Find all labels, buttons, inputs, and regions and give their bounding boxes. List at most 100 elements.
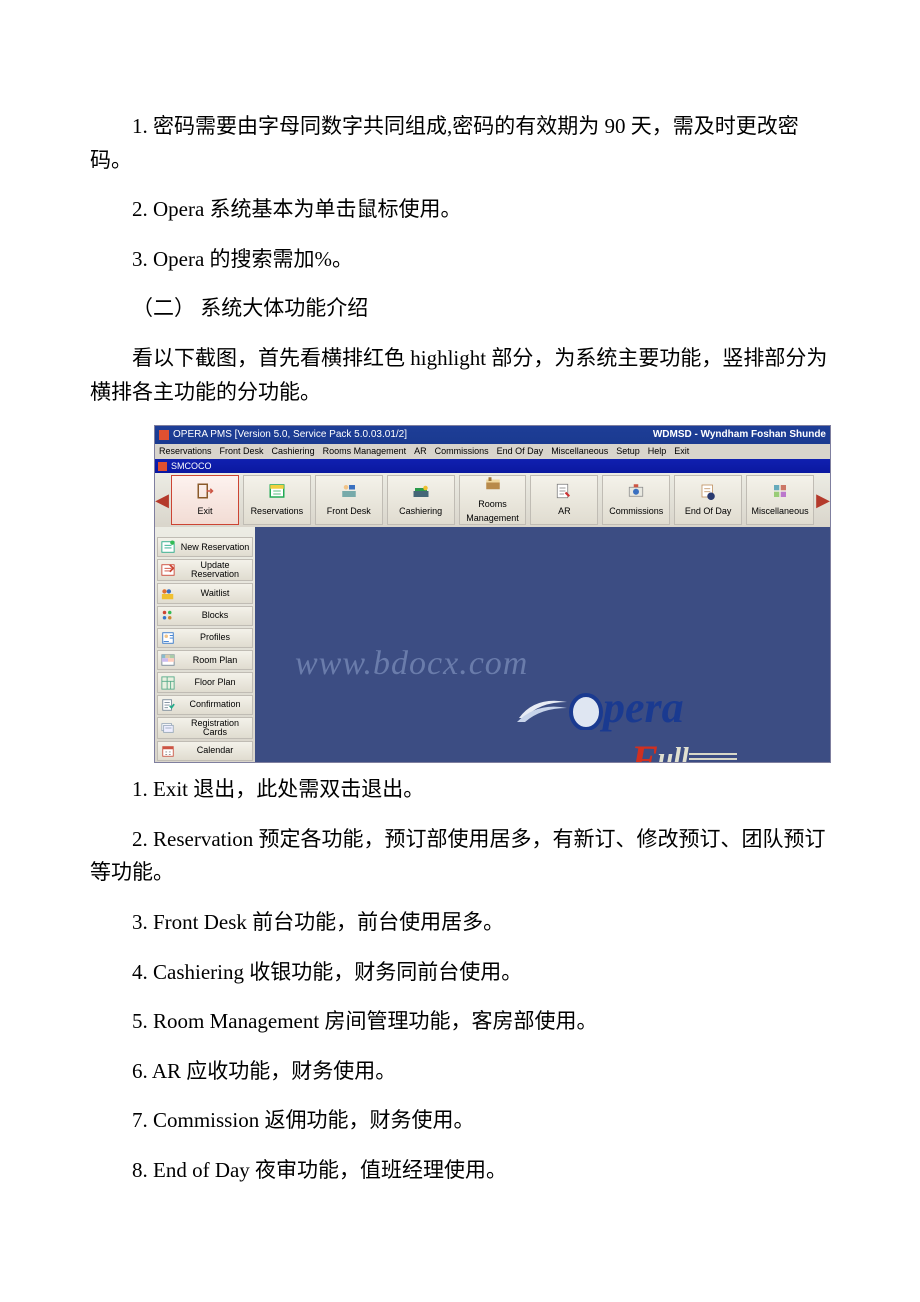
workspace: New Reservation Update Reservation Waitl… [155,527,830,762]
profiles-icon [159,630,177,646]
toolbar-reservations-button[interactable]: Reservations [243,475,311,525]
sidebar-item-new-reservation[interactable]: New Reservation [157,537,253,557]
confirmation-icon [159,697,177,713]
para-7: 2. Reservation 预定各功能，预订部使用居多，有新订、修改预订、团队… [90,823,830,890]
frontdesk-icon [339,482,359,504]
para-1: 1. 密码需要由字母同数字共同组成,密码的有效期为 90 天，需及时更改密码。 [90,110,830,177]
menu-front-desk[interactable]: Front Desk [220,444,264,458]
toolbar-scroll-left[interactable]: ◀ [155,473,169,527]
menu-end-of-day[interactable]: End Of Day [497,444,544,458]
sidebar-item-label: Registration Cards [179,719,251,738]
toolbar-label: Rooms Management [460,497,526,526]
toolbar-label: Front Desk [327,504,371,518]
menu-ar[interactable]: AR [414,444,427,458]
waitlist-icon [159,586,177,602]
sidebar-item-waitlist[interactable]: Waitlist [157,583,253,603]
eod-icon [698,482,718,504]
menu-exit[interactable]: Exit [674,444,689,458]
sidebar-item-confirmation[interactable]: Confirmation [157,695,253,715]
user-name: SMCOCO [171,459,212,473]
sidebar-item-profiles[interactable]: Profiles [157,628,253,648]
sidebar-item-label: Floor Plan [179,678,251,687]
toolbar-label: Exit [197,504,212,518]
para-8: 3. Front Desk 前台功能，前台使用居多。 [90,906,830,940]
toolbar-eod-button[interactable]: End Of Day [674,475,742,525]
toolbar-label: Miscellaneous [752,504,809,518]
sidebar-item-label: Calendar [179,746,251,755]
para-9: 4. Cashiering 收银功能，财务同前台使用。 [90,956,830,990]
window-title-left: OPERA PMS [Version 5.0, Service Pack 5.0… [173,427,407,443]
para-13: 8. End of Day 夜审功能，值班经理使用。 [90,1154,830,1188]
user-icon [158,462,167,471]
sidebar-item-blocks[interactable]: Blocks [157,606,253,626]
window-title-right: WDMSD - Wyndham Foshan Shunde [653,427,826,443]
menu-reservations[interactable]: Reservations [159,444,212,458]
sidebar-item-room-plan[interactable]: Room Plan [157,650,253,670]
menu-help[interactable]: Help [648,444,667,458]
regcards-icon [159,720,177,736]
para-2: 2. Opera 系统基本为单击鼠标使用。 [90,193,830,227]
para-4: （二） 系统大体功能介绍 [90,292,830,326]
user-bar: SMCOCO [155,459,830,473]
para-3: 3. Opera 的搜索需加%。 [90,243,830,277]
toolbar-misc-button[interactable]: Miscellaneous [746,475,814,525]
opera-text: pera [603,683,684,732]
toolbar-commissions-button[interactable]: Commissions [602,475,670,525]
sidebar-item-registration-cards[interactable]: Registration Cards [157,717,253,739]
commissions-icon [626,482,646,504]
toolbar-label: Reservations [251,504,304,518]
toolbar-label: AR [558,504,571,518]
para-11: 6. AR 应收功能，财务使用。 [90,1055,830,1089]
menubar: Reservations Front Desk Cashiering Rooms… [155,444,830,459]
toolbar-label: Cashiering [399,504,442,518]
menu-commissions[interactable]: Commissions [435,444,489,458]
canvas: www.bdocx.com pera Full Service [255,527,830,762]
ar-icon [554,482,574,504]
opera-logo: pera [515,682,684,733]
sidebar: New Reservation Update Reservation Waitl… [155,527,255,762]
toolbar-rooms-button[interactable]: Rooms Management [459,475,527,525]
window-titlebar: OPERA PMS [Version 5.0, Service Pack 5.0… [155,426,830,444]
new-res-icon [159,539,177,555]
sidebar-item-label: Waitlist [179,589,251,598]
roomplan-icon [159,652,177,668]
para-6: 1. Exit 退出，此处需双击退出。 [90,773,830,807]
menu-cashiering[interactable]: Cashiering [272,444,315,458]
toolbar-cashiering-button[interactable]: Cashiering [387,475,455,525]
sidebar-item-label: Room Plan [179,656,251,665]
reservations-icon [267,482,287,504]
swoosh-icon [515,688,569,739]
para-10: 5. Room Management 房间管理功能，客房部使用。 [90,1005,830,1039]
exit-icon [195,482,215,504]
menu-rooms-management[interactable]: Rooms Management [323,444,407,458]
lines-icon [689,741,737,762]
app-icon [159,430,169,440]
cashiering-icon [411,482,431,504]
floorplan-icon [159,675,177,691]
menu-setup[interactable]: Setup [616,444,640,458]
sidebar-item-label: New Reservation [179,543,251,552]
full-service-logo: Full Service [631,730,773,762]
calendar-icon [159,743,177,759]
misc-icon [770,482,790,504]
para-12: 7. Commission 返佣功能，财务使用。 [90,1104,830,1138]
sidebar-item-label: Blocks [179,611,251,620]
sidebar-item-label: Profiles [179,633,251,642]
para-5: 看以下截图，首先看横排红色 highlight 部分，为系统主要功能，竖排部分为… [90,342,830,409]
toolbar-ar-button[interactable]: AR [530,475,598,525]
main-toolbar: ◀ Exit Reservations Front Desk Cashierin… [155,473,830,527]
watermark: www.bdocx.com [295,647,528,681]
menu-miscellaneous[interactable]: Miscellaneous [551,444,608,458]
sidebar-item-calendar[interactable]: Calendar [157,741,253,761]
toolbar-exit-button[interactable]: Exit [171,475,239,525]
opera-screenshot: OPERA PMS [Version 5.0, Service Pack 5.0… [154,425,831,763]
update-res-icon [159,562,177,578]
toolbar-frontdesk-button[interactable]: Front Desk [315,475,383,525]
full-text: ull [658,743,689,762]
toolbar-label: End Of Day [685,504,732,518]
letter-f-icon: F [631,737,658,762]
sidebar-item-floor-plan[interactable]: Floor Plan [157,672,253,692]
toolbar-scroll-right[interactable]: ▶ [816,473,830,527]
sidebar-item-update-reservation[interactable]: Update Reservation [157,559,253,581]
sidebar-item-label: Confirmation [179,700,251,709]
